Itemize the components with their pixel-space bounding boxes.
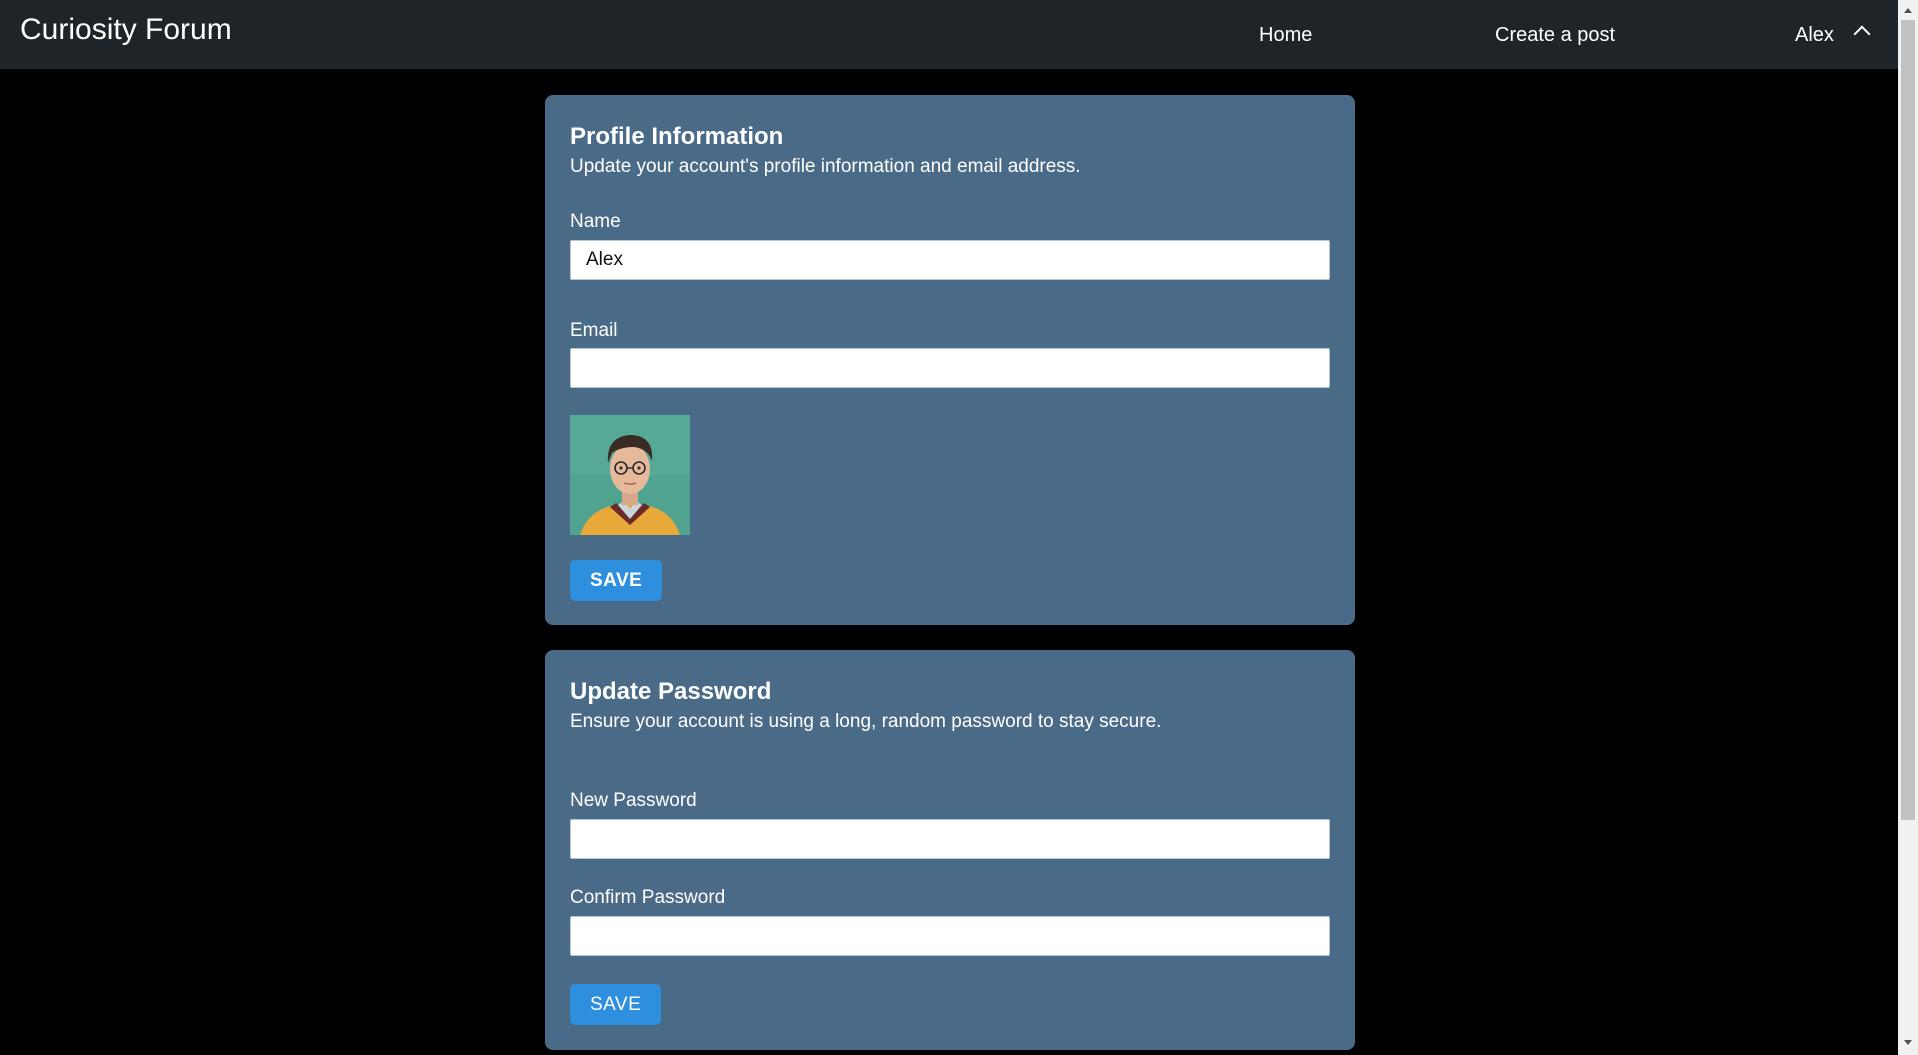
profile-save-button[interactable]: SAVE <box>570 560 663 601</box>
email-input[interactable] <box>570 348 1330 388</box>
chevron-up-icon[interactable] <box>1853 25 1871 43</box>
update-password-card: Update Password Ensure your account is u… <box>545 650 1355 1050</box>
email-label: Email <box>570 320 618 341</box>
nav-create-post-link[interactable]: Create a post <box>1495 22 1615 48</box>
profile-information-card: Profile Information Update your account'… <box>545 95 1355 625</box>
top-navbar: Curiosity Forum Home Create a post Alex <box>0 0 1898 69</box>
scroll-down-arrow-icon[interactable] <box>1904 1040 1912 1045</box>
password-save-button[interactable]: SAVE <box>570 984 662 1025</box>
confirm-password-label: Confirm Password <box>570 887 726 908</box>
password-card-description: Ensure your account is using a long, ran… <box>570 711 1162 732</box>
page-scrollbar[interactable] <box>1898 0 1918 1055</box>
scrollbar-thumb[interactable] <box>1901 20 1915 820</box>
name-input[interactable] <box>570 240 1330 280</box>
name-label: Name <box>570 211 621 232</box>
password-card-title: Update Password <box>570 678 772 705</box>
user-menu-toggle[interactable]: Alex <box>1795 22 1834 48</box>
profile-card-description: Update your account's profile informatio… <box>570 156 1081 177</box>
scroll-up-arrow-icon[interactable] <box>1904 8 1912 13</box>
site-brand[interactable]: Curiosity Forum <box>20 12 232 48</box>
confirm-password-input[interactable] <box>570 916 1330 956</box>
nav-home-link[interactable]: Home <box>1259 22 1312 48</box>
avatar[interactable] <box>570 415 690 535</box>
new-password-input[interactable] <box>570 819 1330 859</box>
profile-card-title: Profile Information <box>570 123 784 150</box>
avatar-image <box>570 415 690 535</box>
new-password-label: New Password <box>570 790 697 811</box>
